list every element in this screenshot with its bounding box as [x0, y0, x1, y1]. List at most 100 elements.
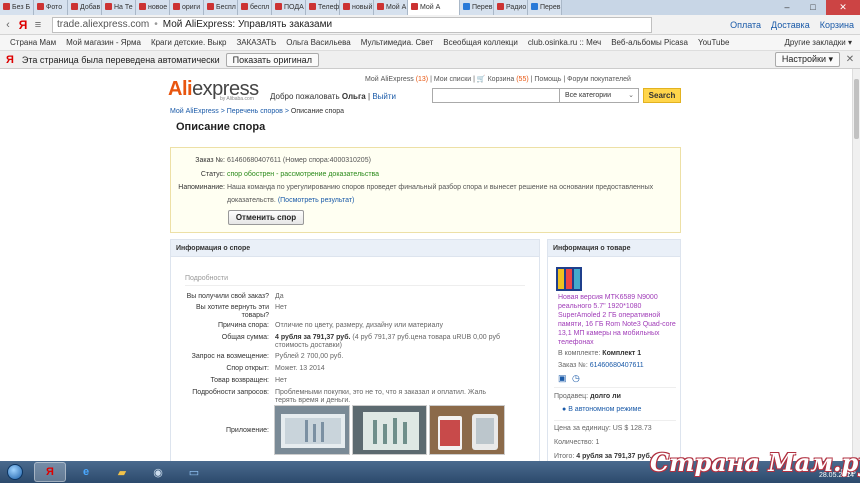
quick-link-payment[interactable]: Оплата	[730, 20, 761, 30]
browser-tab[interactable]: Перев	[528, 0, 562, 15]
cancel-dispute-button[interactable]: Отменить спор	[228, 210, 304, 225]
url-field[interactable]: trade.aliexpress.com • Мой AliExpress: У…	[52, 16, 652, 33]
order-link[interactable]: 61460680407611	[590, 362, 644, 369]
info-value: Нет	[275, 304, 287, 311]
clock-icon[interactable]: ◷	[572, 373, 580, 384]
quick-link-cart[interactable]: Корзина	[820, 20, 854, 30]
browser-tab[interactable]: Телеф	[306, 0, 340, 15]
browser-tab[interactable]: ориги	[170, 0, 204, 15]
search-button[interactable]: Search	[643, 88, 681, 103]
close-window-icon[interactable]: ✕	[826, 0, 860, 15]
browser-tab[interactable]: ПОДА	[272, 0, 306, 15]
close-icon[interactable]: ✕	[844, 54, 856, 65]
info-value: Отличие по цвету, размеру, дизайну или м…	[275, 322, 443, 329]
bookmark[interactable]: Страна Мам	[10, 38, 56, 47]
product-title-link[interactable]: Новая версия MTK6589 N9000 реального 5.7…	[558, 293, 676, 347]
yandex-translate-icon: Я	[6, 53, 14, 66]
maximize-icon[interactable]: □	[800, 0, 826, 15]
back-icon[interactable]: ‹	[0, 19, 16, 31]
breadcrumb-disputes[interactable]: Перечень споров	[227, 108, 283, 115]
qty-value: 1	[595, 439, 600, 446]
tab-favicon-icon	[207, 3, 214, 10]
info-value: Нет	[275, 377, 287, 384]
menu-icon[interactable]: ≡	[30, 19, 46, 31]
browser-tab[interactable]: Мой А	[408, 0, 460, 15]
taskbar-explorer[interactable]: ▰	[106, 462, 138, 482]
browser-tab[interactable]: Фото	[34, 0, 68, 15]
bookmark[interactable]: Мультимедиа. Свет	[361, 38, 434, 47]
user-name[interactable]: Ольга	[342, 92, 366, 101]
yandex-browser-icon: Я	[46, 466, 54, 478]
total-amount: 4 рубля за 791,37 руб.	[275, 334, 351, 341]
attachment-image[interactable]	[274, 405, 350, 455]
attachment-image[interactable]	[429, 405, 505, 455]
info-label: Товар возвращен:	[210, 377, 269, 384]
other-bookmarks[interactable]: Другие закладки ▾	[784, 38, 852, 47]
bookmark[interactable]: Всеобщая коллекци	[443, 38, 518, 47]
windows-logo-icon	[7, 464, 23, 480]
nav-forum[interactable]: Форум покупателей	[567, 76, 631, 83]
nav-my-lists[interactable]: Мои списки	[434, 76, 471, 83]
search-category-select[interactable]: Все категории ⌄	[560, 88, 639, 103]
bookmark[interactable]: Мой магазин - Ярма	[66, 38, 141, 47]
browser-tab[interactable]: Мой А	[374, 0, 408, 15]
breadcrumb-my-aliexpress[interactable]: Мой AliExpress	[170, 108, 219, 115]
nav-help[interactable]: Помощь	[534, 76, 561, 83]
search-input[interactable]	[432, 88, 560, 103]
taskbar-yandex-browser[interactable]: Я	[34, 462, 66, 482]
browser-tab[interactable]: новый	[340, 0, 374, 15]
taskbar-app[interactable]: ◉	[142, 462, 174, 482]
globe-icon: ◉	[153, 466, 163, 479]
status-value: спор обострен - рассмотрение доказательс…	[227, 171, 380, 178]
reminder-text-2: доказательств. (Посмотреть результат)	[227, 197, 354, 204]
info-value: 4 рубля за 791,37 руб. (4 руб 791,37 руб…	[275, 334, 529, 350]
vertical-scrollbar[interactable]	[852, 69, 860, 461]
bookmark[interactable]: Краги детские. Выкр	[151, 38, 227, 47]
translate-settings-button[interactable]: Настройки ▾	[774, 52, 840, 67]
start-button[interactable]	[0, 461, 30, 483]
browser-tab[interactable]: Без Б	[0, 0, 34, 15]
browser-tab[interactable]: Перев	[460, 0, 494, 15]
taskbar-internet-explorer[interactable]: e	[70, 462, 102, 482]
tab-label: беспл	[250, 4, 270, 11]
bookmark[interactable]: YouTube	[698, 38, 729, 47]
cart-icon[interactable]: 🛒	[477, 76, 486, 83]
minimize-icon[interactable]: –	[774, 0, 800, 15]
nav-my-aliexpress[interactable]: Мой AliExpress	[365, 76, 414, 83]
browser-tab[interactable]: Добав	[68, 0, 102, 15]
price-row: Цена за единицу: US $ 128.73	[554, 425, 652, 432]
browser-tab[interactable]: беспл	[238, 0, 272, 15]
yandex-logo-icon[interactable]: Я	[16, 18, 30, 32]
scrollbar-thumb[interactable]	[854, 79, 859, 139]
offline-status[interactable]: В автономном режиме	[568, 406, 641, 413]
tab-label: новое	[148, 4, 168, 11]
info-label: Подробности запросов:	[192, 389, 269, 396]
seller-name[interactable]: долго ли	[590, 393, 621, 400]
nav-cart[interactable]: Корзина	[488, 76, 515, 83]
calendar-icon[interactable]: ▣	[558, 373, 567, 384]
bookmark[interactable]: club.osinka.ru :: Меч	[528, 38, 601, 47]
image-viewer-icon: ▭	[188, 466, 200, 479]
bookmark[interactable]: ЗАКАЗАТЬ	[236, 38, 276, 47]
browser-tab[interactable]: На Те	[102, 0, 136, 15]
bookmark[interactable]: Ольга Васильева	[286, 38, 351, 47]
browser-tab[interactable]: Беспл	[204, 0, 238, 15]
browser-tab[interactable]: новое	[136, 0, 170, 15]
price-label: Цена за единицу:	[554, 425, 611, 432]
quick-link-delivery[interactable]: Доставка	[771, 20, 810, 30]
bookmark[interactable]: Веб-альбомы Picasa	[611, 38, 688, 47]
logout-link[interactable]: Выйти	[372, 92, 396, 101]
reminder-text: Наша команда по урегулированию споров пр…	[227, 184, 654, 191]
show-original-button[interactable]: Показать оригинал	[225, 52, 319, 67]
browser-tab[interactable]: Радио	[494, 0, 528, 15]
url-separator: •	[154, 19, 158, 30]
attachment-image[interactable]	[352, 405, 427, 455]
product-thumbnail[interactable]	[556, 267, 582, 291]
divider	[554, 387, 676, 388]
view-result-link[interactable]: (Посмотреть результат)	[278, 197, 355, 204]
folder-icon: ▰	[117, 466, 127, 479]
chat-icon[interactable]: ●	[562, 406, 566, 413]
taskbar-app[interactable]: ▭	[178, 462, 210, 482]
info-value: Да	[275, 293, 284, 300]
tab-strip: Без Б Фото Добав На Те новое ориги Беспл беспл П…	[0, 0, 860, 15]
